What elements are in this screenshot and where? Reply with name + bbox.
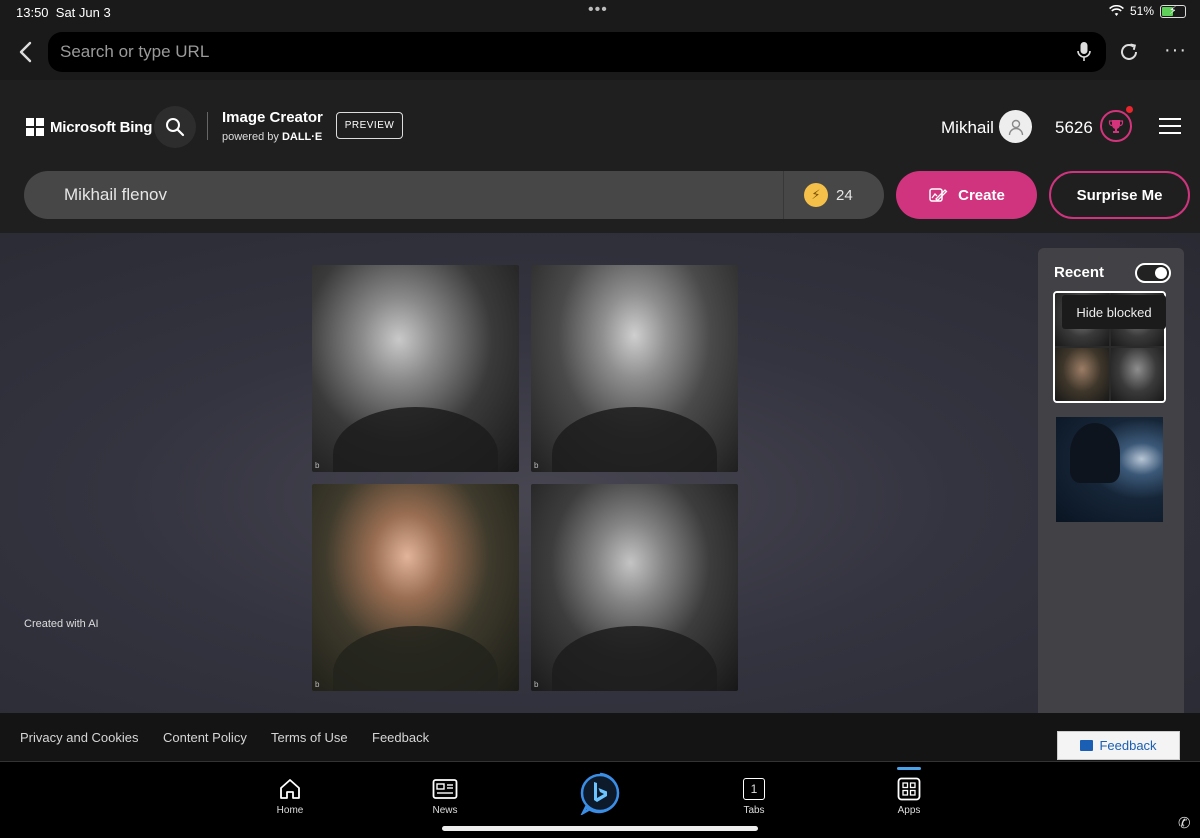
product-title[interactable]: Image Creator — [222, 109, 323, 126]
terms-link[interactable]: Terms of Use — [271, 730, 348, 745]
battery-percent: 51% — [1129, 4, 1154, 18]
generated-image-1[interactable]: b — [312, 265, 519, 472]
status-bar: 13:50 Sat Jun 3 ••• 51% ⚡ — [0, 0, 1200, 24]
apps-icon — [897, 777, 921, 801]
feedback-button[interactable]: Feedback — [1057, 731, 1180, 760]
feedback-icon — [1080, 740, 1094, 751]
recent-item-2[interactable] — [1056, 417, 1163, 522]
home-icon — [280, 779, 300, 799]
header-divider — [207, 112, 208, 140]
bing-header: Microsoft Bing Image Creator powered by … — [0, 80, 1200, 233]
boost-count: 24 — [836, 186, 853, 204]
reload-icon[interactable] — [1118, 41, 1140, 63]
boost-bolt-icon: ⚡ — [804, 183, 828, 207]
nav-tabs[interactable]: 1 Tabs — [724, 776, 784, 816]
apps-active-indicator — [897, 767, 921, 770]
surprise-me-button[interactable]: Surprise Me — [1049, 171, 1190, 219]
prompt-box: ⚡ 24 — [24, 171, 884, 219]
microsoft-logo-icon — [26, 118, 44, 136]
bottom-nav: Home News 1 Tabs Apps ✆ — [0, 761, 1200, 838]
url-input[interactable] — [60, 32, 1040, 72]
battery-icon: ⚡ — [1160, 4, 1186, 18]
hide-blocked-toggle[interactable] — [1135, 263, 1171, 283]
address-bar[interactable] — [48, 32, 1106, 72]
bing-watermark-icon: b — [315, 461, 320, 470]
status-indicators: 51% ⚡ — [1109, 4, 1186, 18]
hide-blocked-tooltip: Hide blocked — [1062, 295, 1166, 329]
rewards-points[interactable]: 5626 — [1055, 118, 1093, 138]
more-options-icon[interactable]: ··· — [1164, 39, 1187, 62]
content-policy-link[interactable]: Content Policy — [163, 730, 247, 745]
boost-counter[interactable]: ⚡ 24 — [783, 171, 884, 219]
news-icon — [432, 779, 458, 799]
bing-watermark-icon: b — [534, 461, 539, 470]
microphone-icon[interactable] — [1076, 41, 1092, 63]
nav-apps[interactable]: Apps — [879, 776, 939, 816]
browser-toolbar: ··· — [0, 24, 1200, 80]
search-button[interactable] — [154, 106, 196, 148]
generated-image-2[interactable]: b — [531, 265, 738, 472]
recent-title: Recent — [1054, 264, 1105, 281]
nav-news[interactable]: News — [415, 776, 475, 816]
main-content: b b b b Created with AI Recent — [0, 233, 1200, 713]
nav-home[interactable]: Home — [260, 776, 320, 816]
privacy-link[interactable]: Privacy and Cookies — [20, 730, 139, 745]
wifi-icon — [1109, 5, 1124, 16]
bing-watermark-icon: b — [315, 680, 320, 689]
create-button[interactable]: Create — [896, 171, 1037, 219]
search-icon — [166, 118, 185, 137]
bing-chat-icon[interactable] — [578, 771, 622, 815]
phone-icon[interactable]: ✆ — [1178, 814, 1191, 832]
powered-by: powered by DALL·E — [222, 131, 323, 143]
prompt-input[interactable] — [64, 171, 764, 219]
bing-watermark-icon: b — [534, 680, 539, 689]
user-icon — [1008, 119, 1023, 135]
status-time: 13:50 Sat Jun 3 — [16, 5, 111, 20]
created-with-ai-label: Created with AI — [24, 618, 99, 630]
rewards-trophy-icon[interactable] — [1100, 110, 1132, 142]
avatar[interactable] — [999, 110, 1032, 143]
preview-badge: PREVIEW — [336, 112, 403, 139]
menu-icon[interactable] — [1159, 118, 1181, 139]
generated-image-3[interactable]: b — [312, 484, 519, 691]
multitasking-dots-icon[interactable]: ••• — [588, 1, 608, 19]
footer: Privacy and Cookies Content Policy Terms… — [0, 713, 1200, 761]
user-name[interactable]: Mikhail — [941, 118, 994, 138]
back-icon[interactable] — [12, 38, 40, 66]
microsoft-bing-logo[interactable]: Microsoft Bing — [26, 118, 152, 136]
tabs-icon: 1 — [743, 778, 765, 800]
create-icon — [929, 188, 948, 202]
home-indicator[interactable] — [442, 826, 758, 831]
generated-image-4[interactable]: b — [531, 484, 738, 691]
feedback-link[interactable]: Feedback — [372, 730, 429, 745]
notification-dot — [1126, 106, 1133, 113]
